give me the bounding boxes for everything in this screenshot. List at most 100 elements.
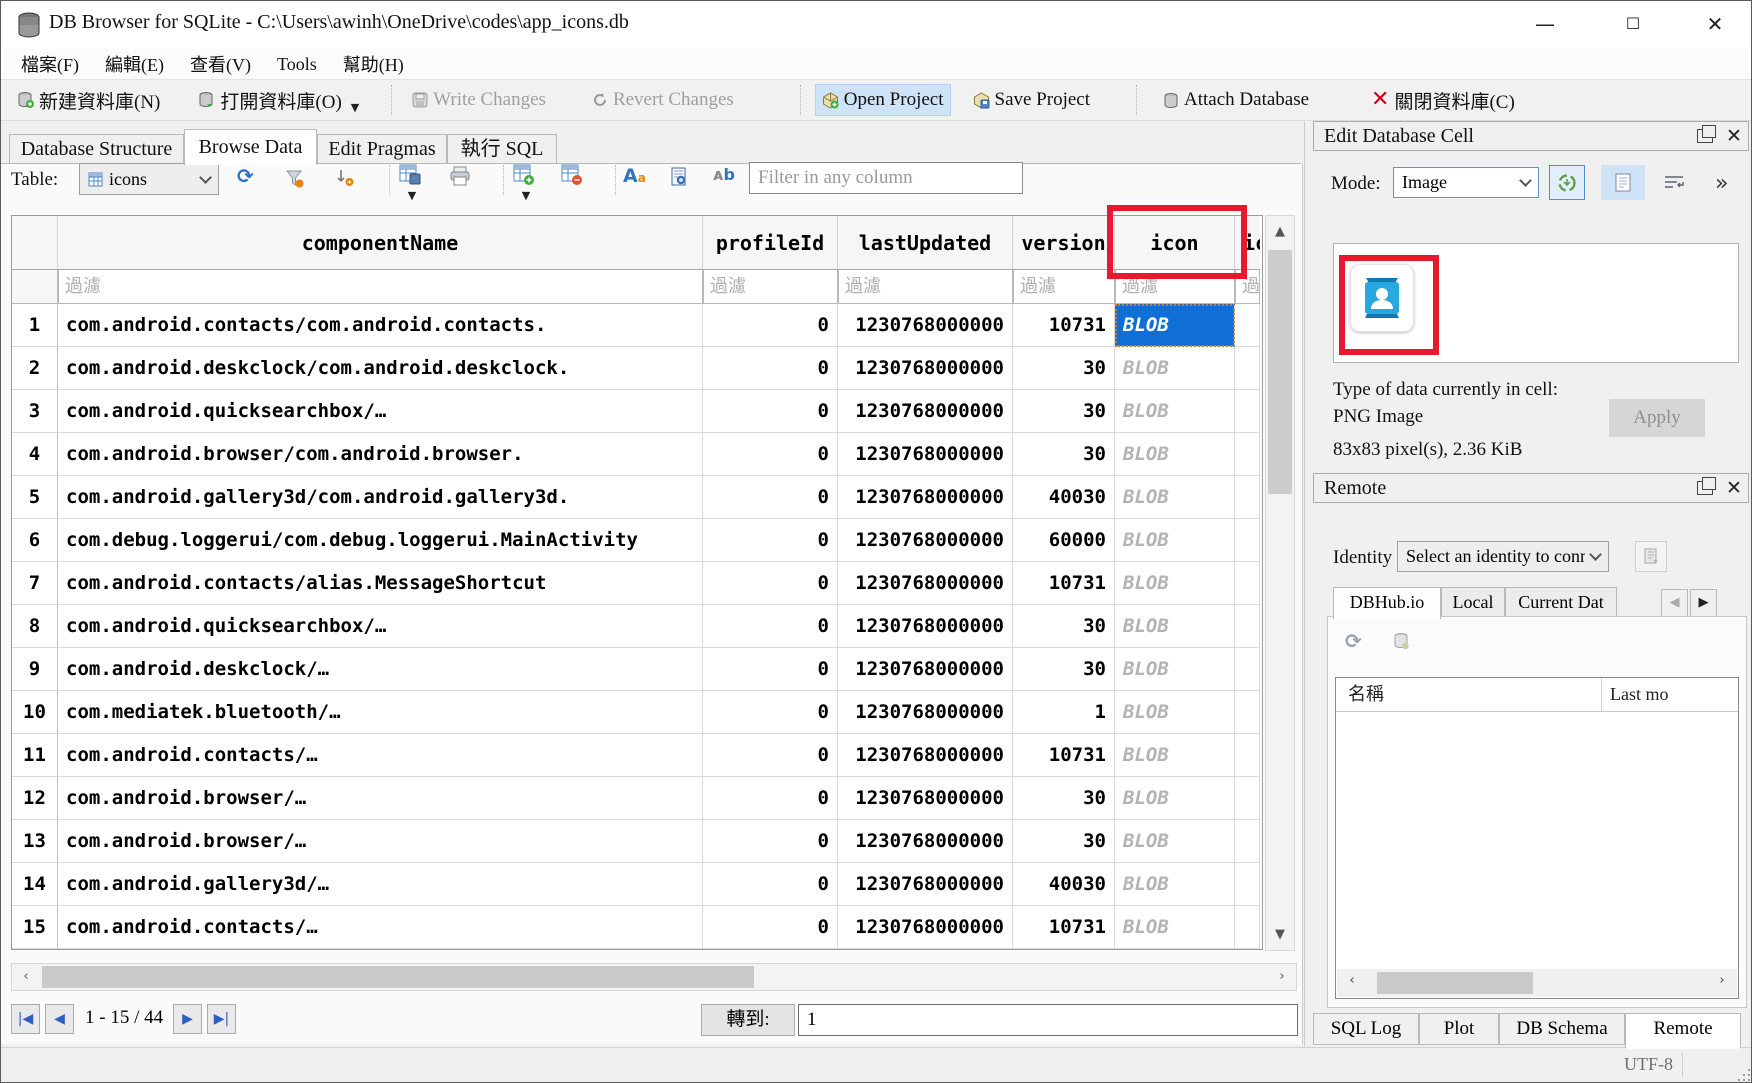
- dock-tab-remote[interactable]: Remote: [1625, 1013, 1741, 1049]
- row-number[interactable]: 6: [12, 519, 58, 562]
- word-wrap-icon[interactable]: [1659, 169, 1689, 197]
- text-view-button[interactable]: [1601, 165, 1645, 200]
- cell-componentName[interactable]: com.android.browser/com.android.browser.: [58, 433, 703, 476]
- tab-edit-pragmas[interactable]: Edit Pragmas: [317, 134, 447, 164]
- cell-partial[interactable]: [1235, 691, 1260, 734]
- cell-version[interactable]: 30: [1013, 648, 1115, 691]
- scroll-up-icon[interactable]: ▲: [1266, 224, 1294, 239]
- last-page-button[interactable]: ▶|: [207, 1004, 236, 1034]
- font-format-icon[interactable]: Aa: [623, 165, 646, 187]
- cell-profileId[interactable]: 0: [703, 906, 838, 949]
- row-number[interactable]: 7: [12, 562, 58, 605]
- cell-lastUpdated[interactable]: 1230768000000: [838, 390, 1013, 433]
- row-number[interactable]: 14: [12, 863, 58, 906]
- cell-icon-blob[interactable]: BLOB: [1115, 734, 1235, 777]
- cell-version[interactable]: 10731: [1013, 906, 1115, 949]
- cell-icon-blob[interactable]: BLOB: [1115, 519, 1235, 562]
- apply-button[interactable]: Apply: [1609, 399, 1705, 437]
- row-number[interactable]: 2: [12, 347, 58, 390]
- open-database-dropdown-icon[interactable]: ▼: [351, 101, 359, 114]
- tab-execute-sql[interactable]: 執行 SQL: [447, 134, 557, 164]
- clear-filters-icon[interactable]: [285, 169, 305, 189]
- insert-record-button[interactable]: ▼: [513, 164, 535, 204]
- remote-tab-local[interactable]: Local: [1441, 587, 1505, 617]
- cell-partial[interactable]: [1235, 433, 1260, 476]
- remote-tab-dbhub[interactable]: DBHub.io: [1333, 587, 1441, 619]
- vertical-scrollbar[interactable]: ▲ ▼: [1265, 215, 1295, 951]
- save-results-button[interactable]: ▼: [399, 164, 421, 204]
- cell-componentName[interactable]: com.android.gallery3d/com.android.galler…: [58, 476, 703, 519]
- cell-partial[interactable]: [1235, 605, 1260, 648]
- cell-profileId[interactable]: 0: [703, 476, 838, 519]
- scrollbar-thumb[interactable]: [1377, 972, 1533, 994]
- minimize-button[interactable]: —: [1523, 7, 1567, 41]
- cell-profileId[interactable]: 0: [703, 562, 838, 605]
- cell-lastUpdated[interactable]: 1230768000000: [838, 906, 1013, 949]
- cell-icon-blob[interactable]: BLOB: [1115, 476, 1235, 519]
- cell-icon-blob[interactable]: BLOB: [1115, 820, 1235, 863]
- cell-icon-blob[interactable]: BLOB: [1115, 304, 1235, 347]
- cell-partial[interactable]: [1235, 734, 1260, 777]
- cell-version[interactable]: 1: [1013, 691, 1115, 734]
- cell-profileId[interactable]: 0: [703, 390, 838, 433]
- goto-record-input[interactable]: 1: [798, 1004, 1298, 1036]
- cell-lastUpdated[interactable]: 1230768000000: [838, 304, 1013, 347]
- vertical-scrollbar-thumb[interactable]: [1268, 250, 1292, 494]
- cell-lastUpdated[interactable]: 1230768000000: [838, 691, 1013, 734]
- replace-icon[interactable]: ᴀb: [713, 165, 735, 184]
- tab-database-structure[interactable]: Database Structure: [9, 134, 184, 164]
- cell-version[interactable]: 10731: [1013, 562, 1115, 605]
- cell-partial[interactable]: [1235, 390, 1260, 433]
- cell-componentName[interactable]: com.android.quicksearchbox/…: [58, 390, 703, 433]
- revert-changes-button[interactable]: Revert Changes: [586, 85, 740, 115]
- toolbar-overflow-icon[interactable]: »: [1715, 171, 1728, 196]
- cell-partial[interactable]: [1235, 347, 1260, 390]
- goto-button[interactable]: 轉到:: [701, 1004, 795, 1036]
- cell-profileId[interactable]: 0: [703, 347, 838, 390]
- cell-lastUpdated[interactable]: 1230768000000: [838, 734, 1013, 777]
- print-icon[interactable]: [449, 166, 471, 186]
- cell-profileId[interactable]: 0: [703, 648, 838, 691]
- encoding-indicator[interactable]: UTF-8: [1624, 1054, 1673, 1075]
- cell-icon-blob[interactable]: BLOB: [1115, 562, 1235, 605]
- cell-version[interactable]: 10731: [1013, 734, 1115, 777]
- save-project-button[interactable]: Save Project: [967, 85, 1097, 115]
- horizontal-scrollbar-thumb[interactable]: [42, 966, 754, 988]
- cell-lastUpdated[interactable]: 1230768000000: [838, 777, 1013, 820]
- cell-version[interactable]: 30: [1013, 433, 1115, 476]
- cell-partial[interactable]: [1235, 304, 1260, 347]
- cell-componentName[interactable]: com.android.browser/…: [58, 820, 703, 863]
- open-project-button[interactable]: Open Project: [815, 84, 951, 116]
- cell-partial[interactable]: [1235, 519, 1260, 562]
- refresh-table-icon[interactable]: ⟳: [237, 166, 254, 186]
- remote-tab-current-database[interactable]: Current Dat: [1505, 587, 1617, 617]
- scroll-right-icon[interactable]: ›: [1274, 969, 1290, 984]
- new-database-button[interactable]: 新建資料庫(N): [11, 83, 166, 118]
- cell-componentName[interactable]: com.android.deskclock/…: [58, 648, 703, 691]
- scroll-right-icon[interactable]: ›: [1715, 973, 1729, 988]
- filter-input-lastUpdated[interactable]: 過濾: [838, 270, 1013, 304]
- find-icon[interactable]: [669, 167, 689, 187]
- filter-input-profileId[interactable]: 過濾: [703, 270, 838, 304]
- cell-version[interactable]: 10731: [1013, 304, 1115, 347]
- horizontal-scrollbar[interactable]: ‹ ›: [11, 963, 1297, 991]
- row-number[interactable]: 15: [12, 906, 58, 949]
- menu-view[interactable]: 查看(V): [180, 49, 261, 79]
- cell-version[interactable]: 30: [1013, 820, 1115, 863]
- cell-componentName[interactable]: com.android.contacts/…: [58, 734, 703, 777]
- cell-componentName[interactable]: com.android.contacts/…: [58, 906, 703, 949]
- cell-icon-blob[interactable]: BLOB: [1115, 691, 1235, 734]
- cell-version[interactable]: 40030: [1013, 476, 1115, 519]
- cell-icon-blob[interactable]: BLOB: [1115, 777, 1235, 820]
- cell-profileId[interactable]: 0: [703, 519, 838, 562]
- cell-profileId[interactable]: 0: [703, 734, 838, 777]
- scroll-left-icon[interactable]: ‹: [1345, 973, 1359, 988]
- column-header-lastUpdated[interactable]: lastUpdated: [838, 216, 1013, 270]
- cell-profileId[interactable]: 0: [703, 863, 838, 906]
- maximize-button[interactable]: ☐: [1611, 7, 1655, 41]
- row-number-header[interactable]: [12, 216, 58, 270]
- menu-tools[interactable]: Tools: [267, 52, 327, 77]
- first-page-button[interactable]: |◀: [11, 1004, 40, 1034]
- row-number[interactable]: 1: [12, 304, 58, 347]
- row-number[interactable]: 8: [12, 605, 58, 648]
